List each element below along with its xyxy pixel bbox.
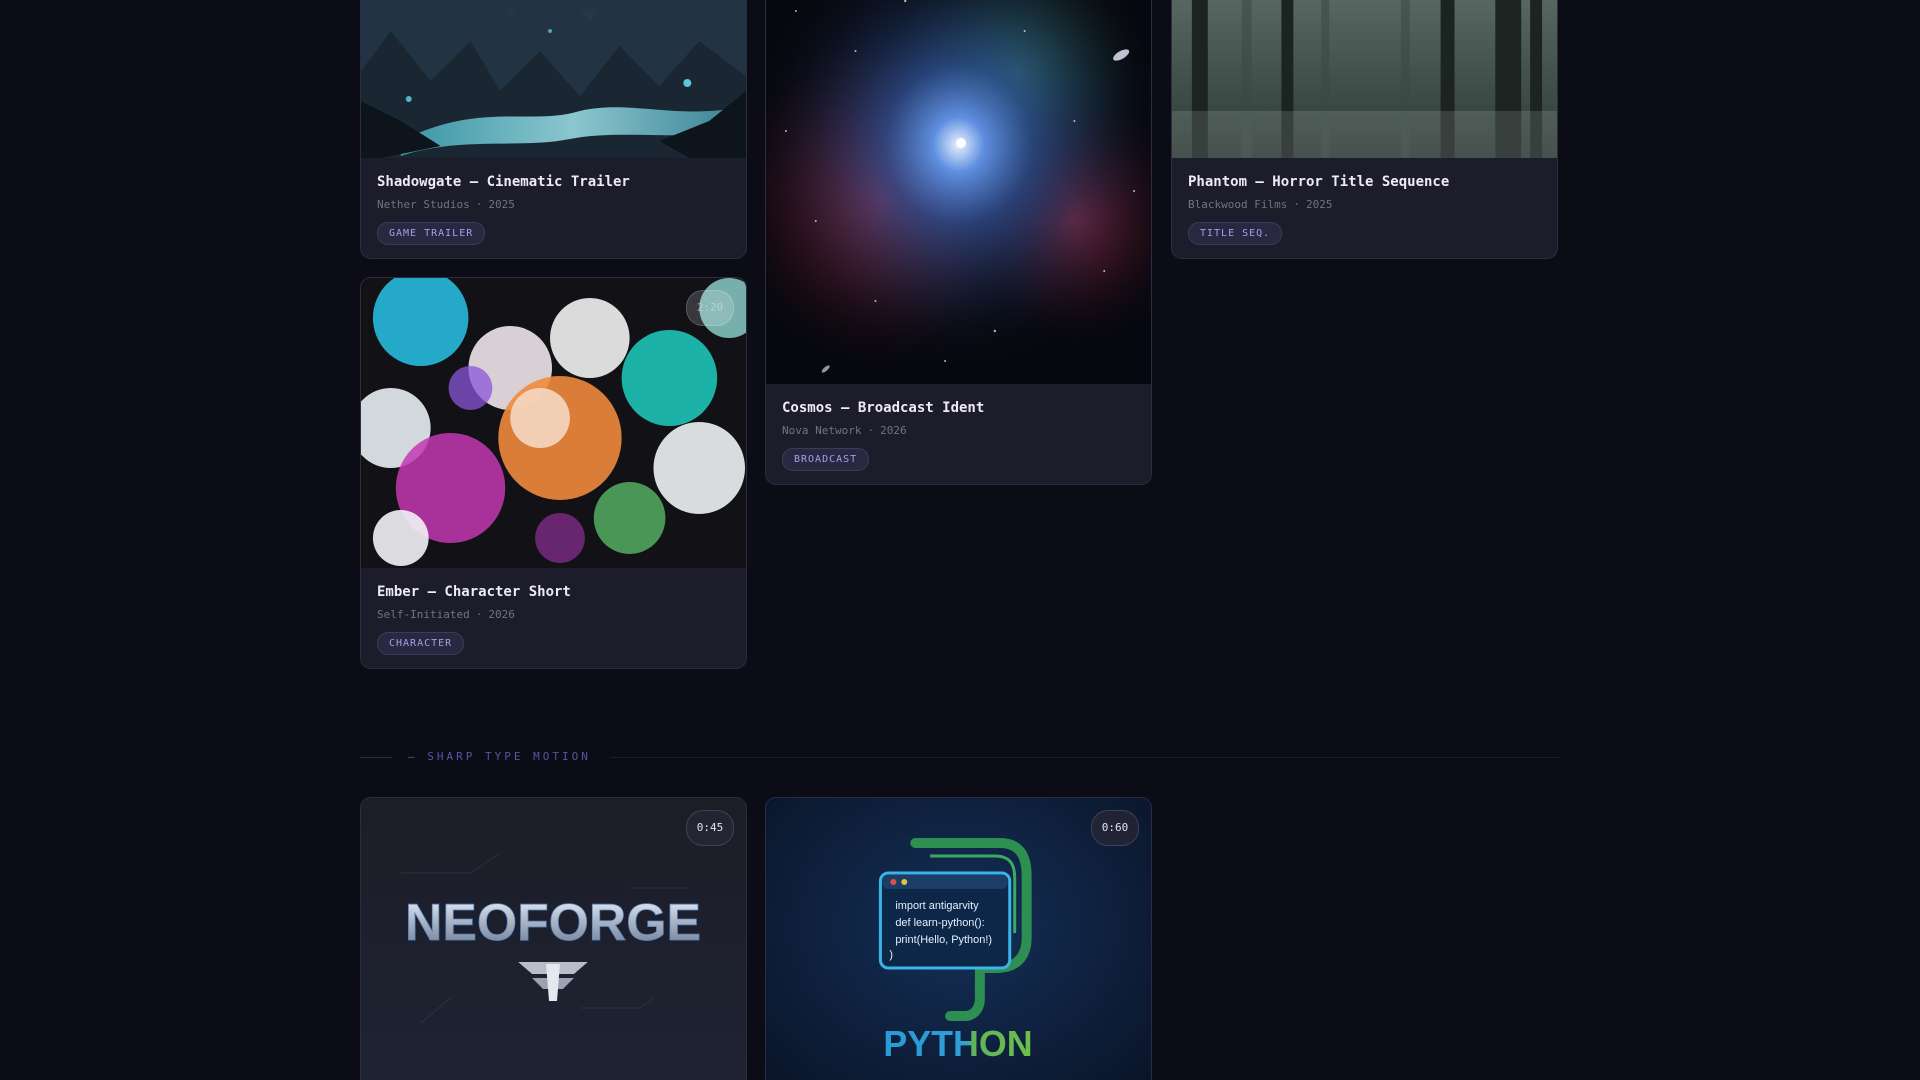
category-tag[interactable]: CHARACTER	[377, 632, 465, 655]
project-title[interactable]: Cosmos — Broadcast Ident	[782, 400, 1135, 416]
code-line-1: import antigarvity	[895, 900, 979, 912]
section-divider-right	[610, 757, 1560, 758]
meta-separator: ·	[1293, 198, 1300, 211]
meta-separator: ·	[867, 424, 875, 437]
code-line-3: print(Hello, Python!)	[895, 934, 992, 946]
project-title[interactable]: Shadowgate — Cinematic Trailer	[377, 174, 730, 190]
section-header: — SHARP TYPE MOTION	[360, 748, 1560, 766]
project-meta: Nova Network · 2026	[782, 424, 1135, 437]
project-client: Blackwood Films	[1188, 198, 1288, 211]
project-year: 2025	[488, 198, 515, 211]
project-card-ember[interactable]: 2:20 Ember — Character Short Self-Initia…	[360, 277, 747, 669]
project-title[interactable]: Phantom — Horror Title Sequence	[1188, 174, 1541, 190]
section-label: — SHARP TYPE MOTION	[408, 750, 591, 763]
project-card-neoforge[interactable]: NEOFORGE 0:45	[360, 797, 747, 1080]
thumbnail-shadowgate[interactable]	[361, 0, 746, 158]
meta-separator: ·	[475, 608, 483, 621]
shadowgate-thumbnail-art	[361, 0, 746, 158]
project-client: Nova Network	[782, 424, 862, 437]
thumbnail-python[interactable]: import antigarvity def learn-python(): p…	[766, 798, 1151, 1080]
python-logo-text: PYTHON	[883, 1024, 1032, 1064]
project-card-shadowgate[interactable]: Shadowgate — Cinematic Trailer Nether St…	[360, 0, 747, 259]
thumbnail-phantom[interactable]	[1172, 0, 1557, 158]
category-tag[interactable]: BROADCAST	[782, 448, 870, 471]
project-client: Self-Initiated	[377, 608, 470, 621]
cosmos-thumbnail-art	[766, 0, 1151, 384]
duration-badge: 0:60	[1091, 810, 1139, 846]
project-meta: Nether Studios · 2025	[377, 198, 730, 211]
code-line-2: def learn-python():	[895, 917, 984, 929]
project-card-phantom[interactable]: Phantom — Horror Title Sequence Blackwoo…	[1171, 0, 1558, 259]
category-tag[interactable]: TITLE SEQ.	[1188, 222, 1283, 245]
thumbnail-ember[interactable]: 2:20	[361, 278, 746, 568]
project-card-cosmos[interactable]: Cosmos — Broadcast Ident Nova Network · 20…	[765, 0, 1152, 485]
project-meta: Blackwood Films · 2025	[1188, 198, 1541, 211]
phantom-thumbnail-art	[1172, 0, 1557, 158]
section-divider-left	[360, 757, 392, 758]
neoforge-thumbnail-art: NEOFORGE	[361, 798, 746, 1080]
python-thumbnail-art: import antigarvity def learn-python(): p…	[766, 798, 1151, 1080]
category-tag[interactable]: GAME TRAILER	[377, 222, 486, 245]
project-meta: Self-Initiated · 2026	[377, 608, 730, 621]
neoforge-logo-text: NEOFORGE	[405, 893, 701, 951]
project-year: 2025	[1305, 198, 1333, 211]
thumbnail-neoforge[interactable]: NEOFORGE 0:45	[361, 798, 746, 1080]
duration-badge: 0:45	[686, 810, 734, 846]
portfolio-page: Shadowgate — Cinematic Trailer Nether St…	[0, 0, 1920, 1080]
project-year: 2026	[880, 424, 907, 437]
project-title[interactable]: Ember — Character Short	[377, 584, 730, 600]
project-year: 2026	[488, 608, 515, 621]
meta-separator: ·	[475, 198, 483, 211]
duration-badge: 2:20	[686, 290, 734, 326]
thumbnail-cosmos[interactable]	[766, 0, 1151, 384]
ember-thumbnail-art	[361, 278, 746, 568]
project-client: Nether Studios	[377, 198, 470, 211]
project-card-python[interactable]: import antigarvity def learn-python(): p…	[765, 797, 1152, 1080]
code-line-4: )	[889, 949, 893, 961]
